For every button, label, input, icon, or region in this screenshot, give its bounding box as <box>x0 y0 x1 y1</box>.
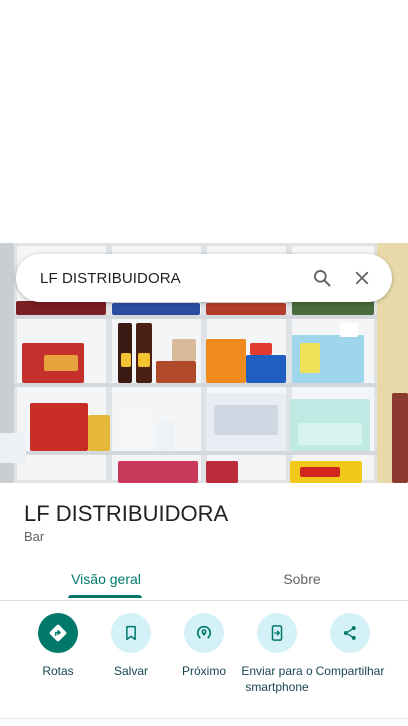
tab-about[interactable]: Sobre <box>196 558 408 600</box>
save-label: Salvar <box>113 664 148 678</box>
directions-icon <box>38 613 78 653</box>
send-to-phone-label: Enviar para o smartphone <box>241 664 313 694</box>
save-button[interactable]: Salvar <box>93 613 169 679</box>
tab-bar: Visão geral Sobre <box>0 558 408 601</box>
nearby-icon <box>184 613 224 653</box>
divider <box>0 718 408 719</box>
bookmark-icon <box>111 613 151 653</box>
search-input[interactable]: LF DISTRIBUIDORA <box>40 270 302 287</box>
send-to-phone-icon <box>257 613 297 653</box>
send-to-phone-button[interactable]: Enviar para o smartphone <box>239 613 315 695</box>
directions-label: Rotas <box>42 664 74 678</box>
search-icon[interactable] <box>302 258 342 298</box>
tab-overview[interactable]: Visão geral <box>24 558 188 600</box>
nearby-label: Próximo <box>181 664 226 678</box>
directions-button[interactable]: Rotas <box>20 613 96 679</box>
share-icon <box>330 613 370 653</box>
map-blank-area <box>0 0 408 243</box>
search-bar[interactable]: LF DISTRIBUIDORA <box>16 254 392 302</box>
place-category: Bar <box>24 529 45 544</box>
action-bar: Rotas Salvar Próximo Enviar para o smart… <box>0 613 408 713</box>
share-button[interactable]: Compartilhar <box>312 613 388 679</box>
active-tab-indicator <box>68 595 142 598</box>
share-label: Compartilhar <box>315 664 385 678</box>
nearby-button[interactable]: Próximo <box>166 613 242 679</box>
place-title: LF DISTRIBUIDORA <box>24 501 229 526</box>
close-icon[interactable] <box>342 258 382 298</box>
